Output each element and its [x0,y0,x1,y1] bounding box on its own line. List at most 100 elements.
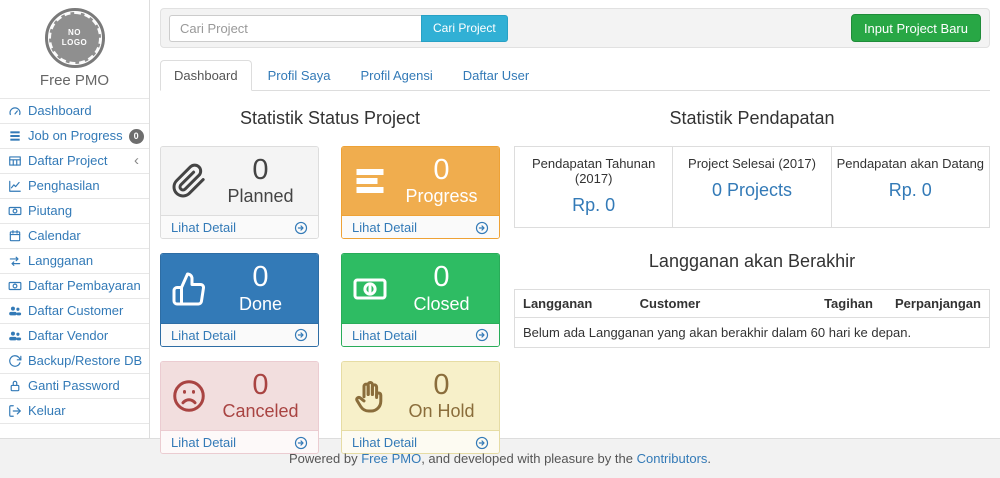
sidebar-item-ganti-password[interactable]: Ganti Password [0,374,149,399]
chevron-left-icon: ‹ [134,155,141,167]
arrow-circle-right-icon[interactable] [294,221,308,235]
subscription-table-header: Langganan Customer Tagihan Perpanjangan [515,290,990,318]
sidebar-item-keluar[interactable]: Keluar [0,399,149,424]
project-search-bar: Cari Project Input Project Baru [160,8,990,48]
no-logo-seal: NO LOGO [45,8,105,68]
tasks-icon [352,163,388,199]
table-row: Belum ada Langganan yang akan berakhir d… [515,318,990,348]
lock-icon [8,379,22,393]
status-section: Statistik Status Project 0 Planned Lihat… [160,93,500,454]
table-icon [8,154,22,168]
paperclip-icon [171,163,207,199]
subscription-table: Langganan Customer Tagihan Perpanjangan … [514,289,990,348]
sign-out-icon [8,404,22,418]
app-layout: NO LOGO Free PMO Dashboard Job on Progre… [0,0,1000,438]
canceled-detail-link[interactable]: Lihat Detail [171,435,236,450]
status-card-progress: 0 Progress Lihat Detail [341,146,500,239]
sidebar-item-daftar-project[interactable]: Daftar Project ‹ [0,149,149,174]
status-card-closed: 0 Closed Lihat Detail [341,253,500,346]
main-tabs: Dashboard Profil Saya Profil Agensi Daft… [160,60,990,91]
done-count: 0 [213,262,308,292]
footer-text-suffix: . [707,451,711,466]
project-selesai-value[interactable]: 0 Projects [712,180,792,200]
tab-dashboard[interactable]: Dashboard [160,60,252,91]
sidebar-item-penghasilan[interactable]: Penghasilan [0,174,149,199]
contributors-link[interactable]: Contributors [637,451,708,466]
tab-profil-saya[interactable]: Profil Saya [254,60,345,91]
planned-detail-link[interactable]: Lihat Detail [171,220,236,235]
arrow-circle-right-icon[interactable] [294,436,308,450]
sidebar-item-langganan[interactable]: Langganan [0,249,149,274]
arrow-circle-right-icon[interactable] [475,436,489,450]
sidebar-item-daftar-pembayaran[interactable]: Daftar Pembayaran [0,274,149,299]
logo-text-bottom: LOGO [62,38,88,48]
status-card-done: 0 Done Lihat Detail [160,253,319,346]
subscription-section-title: Langganan akan Berakhir [514,251,990,272]
users-icon [8,329,22,343]
money-icon [8,279,22,293]
status-card-grid: 0 Planned Lihat Detail [160,146,500,454]
status-section-title: Statistik Status Project [160,108,500,129]
line-chart-icon [8,179,22,193]
sidebar-item-backup-restore-db[interactable]: Backup/Restore DB [0,349,149,374]
sidebar-item-daftar-customer[interactable]: Daftar Customer [0,299,149,324]
job-count-badge: 0 [129,129,144,144]
planned-count: 0 [213,155,308,185]
progress-detail-link[interactable]: Lihat Detail [352,220,417,235]
income-section: Statistik Pendapatan Pendapatan Tahunan … [514,93,990,454]
tab-daftar-user[interactable]: Daftar User [449,60,543,91]
sidebar-item-dashboard[interactable]: Dashboard [0,99,149,124]
users-icon [8,304,22,318]
canceled-count: 0 [213,370,308,400]
money-icon [8,204,22,218]
logo-text-top: NO [68,28,81,38]
search-button[interactable]: Cari Project [421,15,508,42]
sidebar-item-daftar-vendor[interactable]: Daftar Vendor [0,324,149,349]
search-group: Cari Project [169,15,508,42]
footer-text-middle: , and developed with pleasure by the [421,451,633,466]
stat-project-selesai: Project Selesai (2017) 0 Projects [672,147,830,227]
progress-count: 0 [394,155,489,185]
col-tagihan: Tagihan [816,290,887,318]
closed-detail-link[interactable]: Lihat Detail [352,328,417,343]
pendapatan-tahunan-value[interactable]: Rp. 0 [572,195,615,215]
sidebar: NO LOGO Free PMO Dashboard Job on Progre… [0,0,150,438]
free-pmo-link[interactable]: Free PMO [361,451,421,466]
onhold-detail-link[interactable]: Lihat Detail [352,435,417,450]
calendar-icon [8,229,22,243]
new-project-button[interactable]: Input Project Baru [851,14,981,42]
empty-subscription-message: Belum ada Langganan yang akan berakhir d… [515,318,990,348]
pendapatan-akan-datang-value[interactable]: Rp. 0 [889,180,932,200]
retweet-icon [8,254,22,268]
main-content: Cari Project Input Project Baru Dashboar… [150,0,1000,438]
col-customer: Customer [632,290,816,318]
progress-label: Progress [394,186,489,207]
sidebar-menu: Dashboard Job on Progress 0 Daftar Proje… [0,98,149,424]
closed-count: 0 [394,262,489,292]
status-card-on-hold: 0 On Hold Lihat Detail [341,361,500,454]
tachometer-icon [8,104,22,118]
hand-paper-icon [352,378,388,414]
sidebar-item-job-on-progress[interactable]: Job on Progress 0 [0,124,149,149]
onhold-count: 0 [394,370,489,400]
tab-profil-agensi[interactable]: Profil Agensi [346,60,446,91]
done-detail-link[interactable]: Lihat Detail [171,328,236,343]
col-perpanjangan: Perpanjangan [887,290,989,318]
sidebar-item-piutang[interactable]: Piutang [0,199,149,224]
status-card-planned: 0 Planned Lihat Detail [160,146,319,239]
closed-label: Closed [394,294,489,315]
arrow-circle-right-icon[interactable] [294,328,308,342]
frown-icon [171,378,207,414]
tasks-icon [8,129,22,143]
refresh-icon [8,354,22,368]
sidebar-item-calendar[interactable]: Calendar [0,224,149,249]
app-name: Free PMO [0,72,149,89]
status-card-canceled: 0 Canceled Lihat Detail [160,361,319,454]
stat-pendapatan-tahunan: Pendapatan Tahunan (2017) Rp. 0 [515,147,672,227]
search-input[interactable] [169,15,421,42]
arrow-circle-right-icon[interactable] [475,221,489,235]
onhold-label: On Hold [394,401,489,422]
thumbs-up-icon [171,271,207,307]
done-label: Done [213,294,308,315]
arrow-circle-right-icon[interactable] [475,328,489,342]
